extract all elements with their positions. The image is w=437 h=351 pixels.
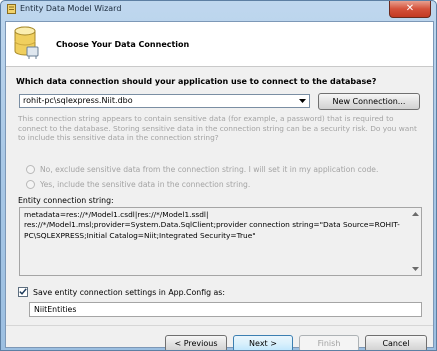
wizard-header: Choose Your Data Connection <box>6 22 433 67</box>
connection-dropdown-value: rohit-pc\sqlexpress.Niit.dbo <box>23 96 133 105</box>
exclude-radio[interactable] <box>26 165 35 174</box>
sensitive-data-info: This connection string appears to contai… <box>18 114 417 143</box>
app-icon <box>7 4 16 14</box>
include-sensitive-option[interactable]: Yes, include the sensitive data in the c… <box>26 180 250 189</box>
entities-name-input[interactable]: NiitEntities <box>29 302 422 317</box>
wizard-window: Entity Data Model Wizard ✕ Choose Your D… <box>0 0 437 351</box>
previous-button[interactable]: < Previous <box>165 335 227 350</box>
new-connection-button[interactable]: New Connection... <box>318 93 420 110</box>
entity-connection-text[interactable]: metadata=res://*/Model1.csdl|res://*/Mod… <box>24 210 404 241</box>
include-radio[interactable] <box>26 180 35 189</box>
next-button[interactable]: Next > <box>233 335 293 350</box>
close-button[interactable]: ✕ <box>389 1 431 18</box>
save-settings-label: Save entity connection settings in App.C… <box>33 288 225 297</box>
finish-button[interactable]: Finish <box>299 335 359 350</box>
footer-divider <box>6 325 433 326</box>
close-icon: ✕ <box>405 3 415 14</box>
window-title: Entity Data Model Wizard <box>20 4 122 13</box>
save-settings-checkbox[interactable] <box>18 287 28 297</box>
exclude-sensitive-option[interactable]: No, exclude sensitive data from the conn… <box>26 165 378 174</box>
include-radio-label: Yes, include the sensitive data in the c… <box>40 180 251 189</box>
title-bar[interactable]: Entity Data Model Wizard ✕ <box>1 1 436 19</box>
entity-connection-label: Entity connection string: <box>18 196 114 205</box>
database-icon <box>11 25 41 61</box>
connection-dropdown[interactable]: rohit-pc\sqlexpress.Niit.dbo <box>19 94 310 108</box>
scroll-up-icon[interactable] <box>411 210 419 218</box>
wizard-body: Choose Your Data Connection Which data c… <box>5 21 434 350</box>
checkmark-icon <box>19 287 27 297</box>
entity-connection-textbox[interactable]: metadata=res://*/Model1.csdl|res://*/Mod… <box>19 207 422 276</box>
entities-name-value: NiitEntities <box>34 305 77 314</box>
cancel-button[interactable]: Cancel <box>365 335 427 350</box>
page-title: Choose Your Data Connection <box>56 40 190 49</box>
connection-question: Which data connection should your applic… <box>16 77 377 86</box>
chevron-down-icon[interactable] <box>296 95 309 107</box>
exclude-radio-label: No, exclude sensitive data from the conn… <box>40 165 379 174</box>
scroll-down-icon[interactable] <box>411 265 419 273</box>
